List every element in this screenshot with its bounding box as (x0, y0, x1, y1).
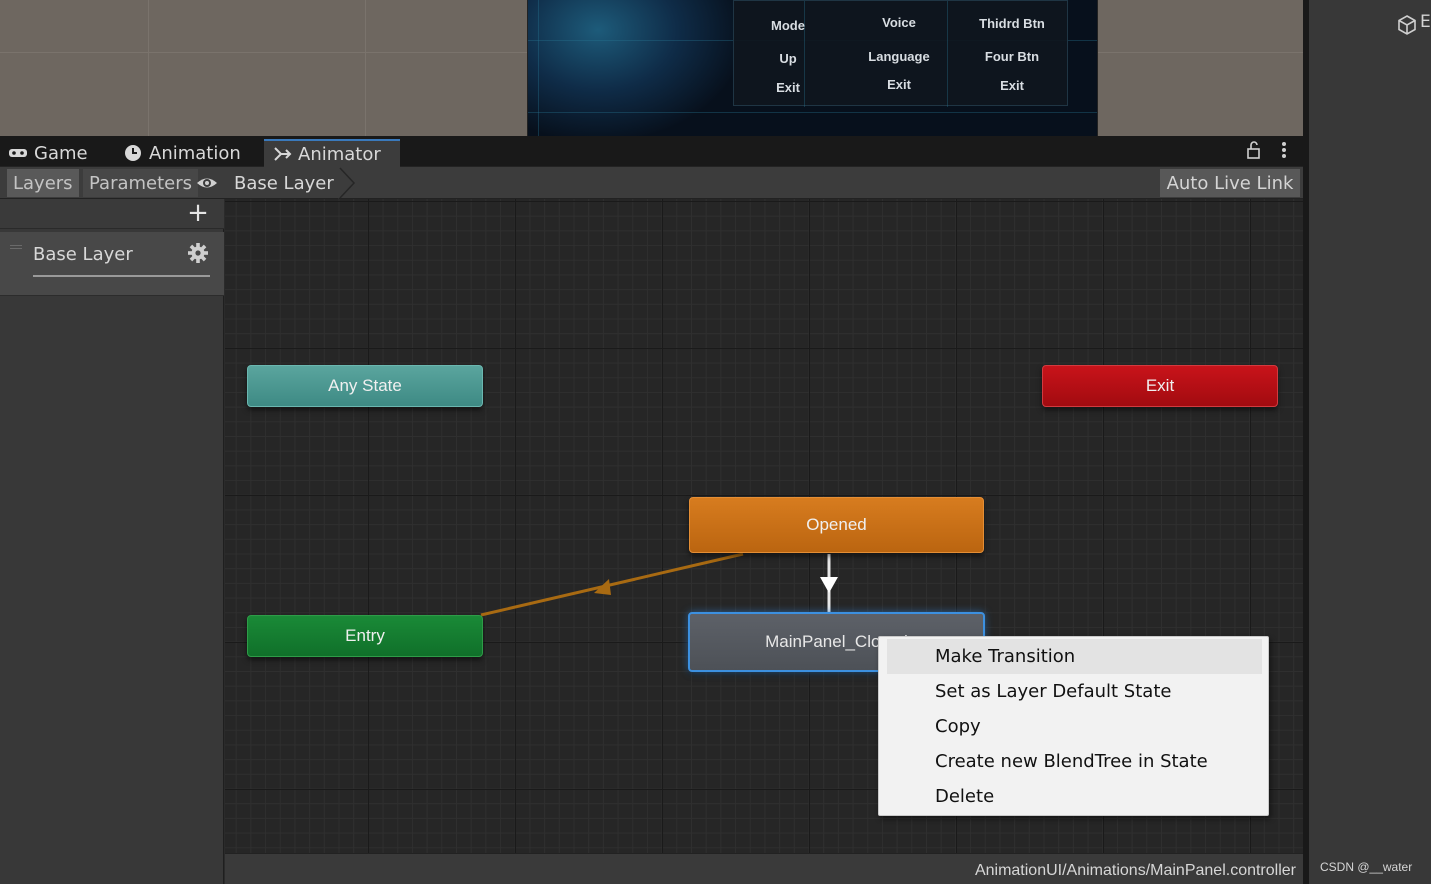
auto-live-link-button[interactable]: Auto Live Link (1160, 169, 1300, 197)
watermark: CSDN @__water (1320, 860, 1413, 874)
state-node-opened[interactable]: Opened (689, 497, 984, 553)
breadcrumb-arrow-icon (338, 167, 356, 199)
tab-label: Game (34, 142, 88, 164)
tab-animator[interactable]: Animator (264, 139, 400, 167)
tab-label: Animator (298, 143, 381, 165)
game-grid-line (528, 112, 1097, 113)
layer-list-item[interactable]: Base Layer (0, 232, 224, 296)
eye-icon[interactable] (196, 173, 218, 193)
drag-handle-icon[interactable] (10, 245, 22, 249)
breadcrumb[interactable]: Base Layer (225, 168, 356, 198)
lock-icon[interactable] (1246, 140, 1262, 160)
layer-weight-bar (33, 275, 210, 277)
state-context-menu: Make Transition Set as Layer Default Sta… (878, 636, 1269, 816)
inspector-side-panel (1309, 0, 1431, 884)
parameters-tab-button[interactable]: Parameters (83, 169, 199, 197)
game-menu-text: Four Btn (984, 49, 1040, 64)
game-menu-text: Exit (776, 80, 800, 95)
game-menu-text: Mode (771, 18, 805, 33)
animator-icon (274, 147, 292, 161)
game-menu-text: Thidrd Btn (979, 16, 1045, 31)
menu-item-set-default-state[interactable]: Set as Layer Default State (887, 674, 1262, 709)
scene-grid-line (365, 0, 366, 136)
tab-label: Animation (149, 142, 241, 164)
game-menu-text: Voice (882, 15, 916, 30)
controller-path: AnimationUI/Animations/MainPanel.control… (974, 862, 1296, 879)
cube-icon[interactable] (1396, 14, 1418, 36)
game-grid-line (538, 0, 539, 136)
tab-game[interactable]: Game (0, 139, 96, 167)
game-view-preview: Mode Up Exit Voice Language Exit Thidrd … (527, 0, 1098, 136)
state-node-entry[interactable]: Entry (247, 615, 483, 657)
window-tab-bar: Game Animation Animator (0, 136, 1303, 167)
kebab-menu-icon[interactable] (1280, 140, 1288, 160)
graph-footer: AnimationUI/Animations/MainPanel.control… (225, 853, 1303, 884)
game-menu-text: Exit (1000, 78, 1024, 93)
layer-name: Base Layer (33, 244, 133, 265)
menu-item-delete[interactable]: Delete (887, 779, 1262, 814)
add-layer-button[interactable]: + (187, 200, 209, 226)
clock-icon (125, 145, 141, 161)
layers-tab-button[interactable]: Layers (7, 169, 79, 197)
gamepad-icon (9, 149, 27, 157)
menu-item-create-blendtree[interactable]: Create new BlendTree in State (887, 744, 1262, 779)
entry-default-transition[interactable] (480, 552, 744, 617)
gear-icon[interactable] (187, 242, 209, 264)
game-menu-text: Language (868, 49, 930, 64)
tab-animation[interactable]: Animation (115, 139, 249, 167)
scene-grid-line (148, 0, 149, 136)
state-node-any-state[interactable]: Any State (247, 365, 483, 407)
menu-item-copy[interactable]: Copy (887, 709, 1262, 744)
side-panel-header-label: E (1420, 12, 1431, 32)
layers-panel-header: + (0, 199, 224, 229)
transition-arrow-icon (820, 577, 838, 593)
menu-item-make-transition[interactable]: Make Transition (887, 639, 1262, 674)
game-menu-text: Exit (887, 77, 911, 92)
game-menu-text: Up (779, 51, 797, 66)
state-node-exit[interactable]: Exit (1042, 365, 1278, 407)
game-background-art (528, 0, 738, 136)
window-tools (1246, 140, 1288, 160)
animator-toolbar: Layers Parameters Base Layer Auto Live L… (0, 167, 1303, 199)
layers-panel: + Base Layer (0, 199, 224, 884)
